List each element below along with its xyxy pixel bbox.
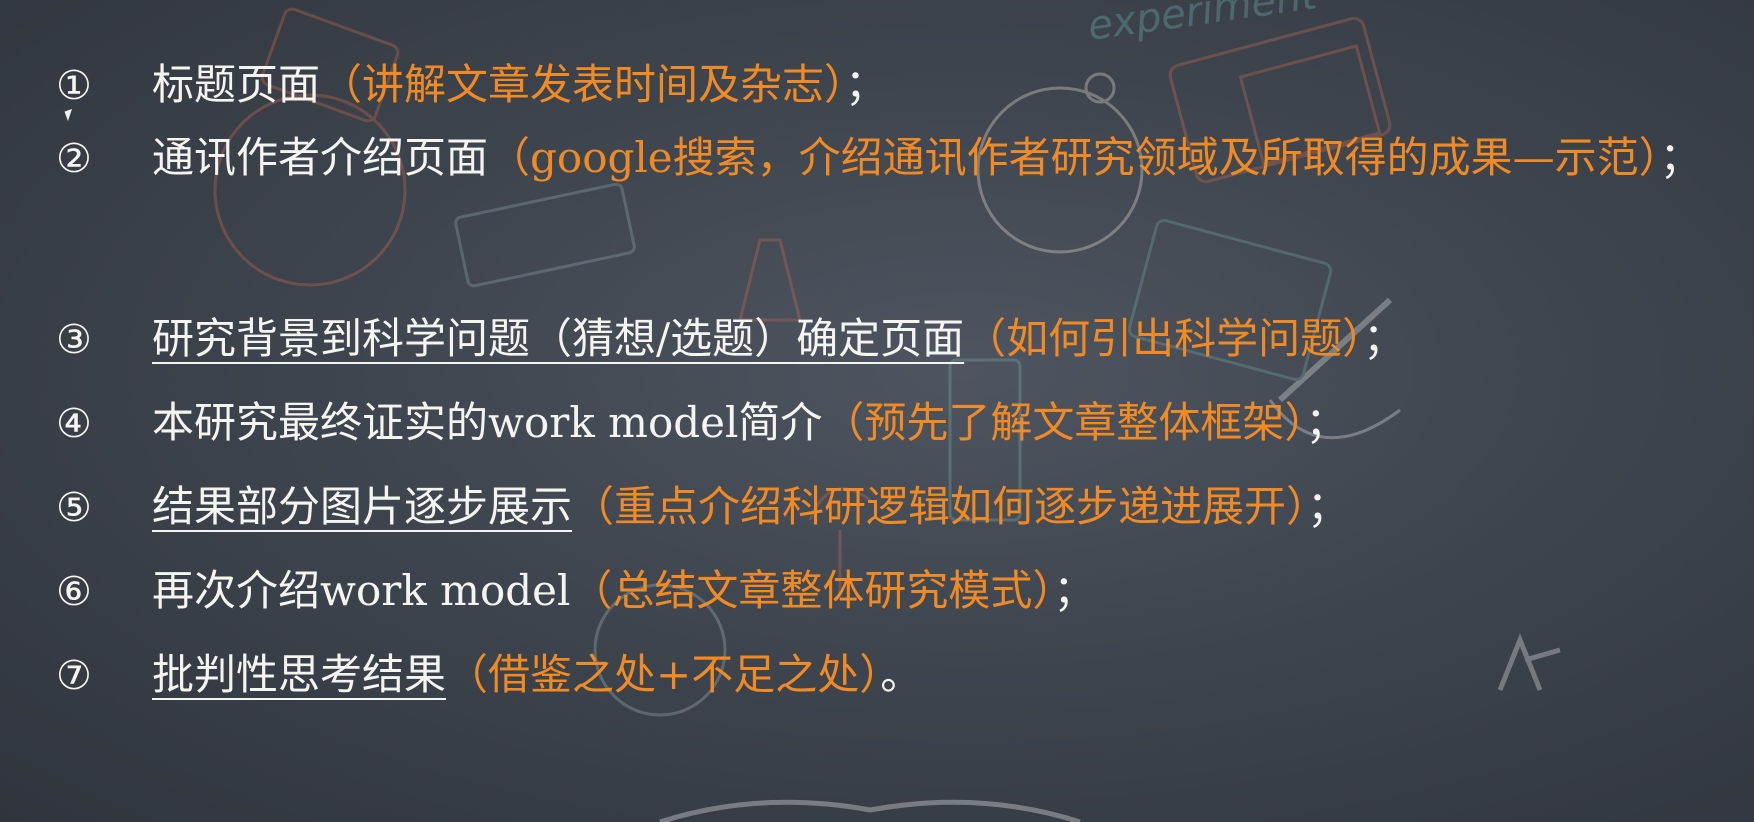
item-punctuation: ； [1363,314,1406,363]
item-main-text: 批判性思考结果 [152,650,447,699]
item-punctuation: ； [1659,133,1702,182]
item-number: ⑤ [56,485,92,531]
item-main-text: 研究背景到科学问题（猜想/选题）确定页面 [152,314,965,363]
item-note-text: （讲解文章发表时间及杂志） [320,60,846,109]
item-number: ① [56,63,92,109]
item-number: ③ [56,317,92,363]
item-number: ⑥ [56,569,92,615]
list-item-3: ③ 研究背景到科学问题（猜想/选题）确定页面（如何引出科学问题）； [56,314,1744,363]
experiment-doodle-text: experiment [1085,0,1321,50]
item-note-text: （借鉴之处+不足之处） [446,650,881,699]
item-punctuation: ； [1307,482,1350,531]
chalkboard-slide: experiment ① 标题页面（讲解文章发表时间及杂志）； ② 通讯作者介绍页面… [0,0,1754,822]
item-punctuation: ； [845,60,888,109]
item-main-text: 再次介绍work model [152,566,571,615]
item-main-text: 结果部分图片逐步展示 [152,482,573,531]
list-item-4: ④ 本研究最终证实的work model简介（预先了解文章整体框架）； [56,398,1744,447]
item-note-text: （预先了解文章整体框架） [822,398,1306,447]
item-punctuation: ； [1053,566,1096,615]
list-item-1: ① 标题页面（讲解文章发表时间及杂志）； [56,60,1744,109]
item-main-text: 标题页面 [152,60,321,109]
list-item-2: ② 通讯作者介绍页面（google搜索，介绍通讯作者研究领域及所取得的成果—示范）… [56,110,1744,207]
list-item-6: ⑥ 再次介绍work model（总结文章整体研究模式）； [56,566,1744,615]
item-note-text: （如何引出科学问题） [964,314,1364,363]
open-book-doodle [659,799,1081,822]
item-punctuation: ； [1305,398,1348,447]
list-item-7: ⑦ 批判性思考结果（借鉴之处+不足之处）。 [56,650,1744,699]
item-main-text: 通讯作者介绍页面 [152,133,489,182]
item-note-text: （重点介绍科研逻辑如何逐步递进展开） [572,482,1308,531]
item-note-text: （google搜索，介绍通讯作者研究领域及所取得的成果—示范） [488,133,1660,182]
item-number: ② [56,136,92,182]
item-number: ⑦ [56,653,92,699]
item-note-text: （总结文章整体研究模式） [570,566,1054,615]
list-item-5: ⑤ 结果部分图片逐步展示（重点介绍科研逻辑如何逐步递进展开）； [56,482,1744,531]
item-number: ④ [56,401,92,447]
item-punctuation: 。 [880,650,923,699]
item-main-text: 本研究最终证实的work model简介 [152,398,823,447]
flask-doodle [738,238,802,322]
